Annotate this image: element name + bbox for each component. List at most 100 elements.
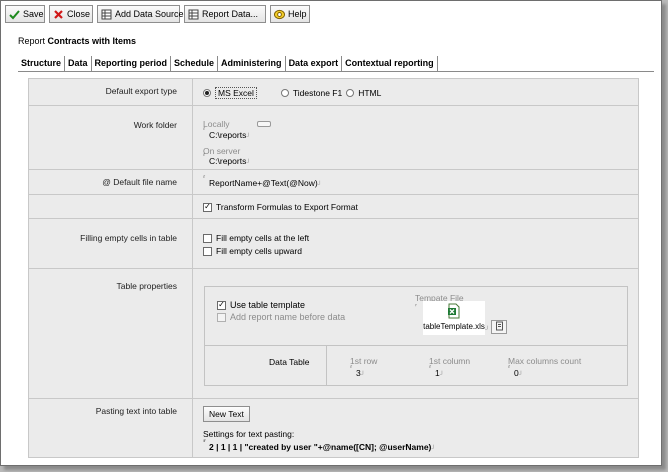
radio-dot xyxy=(280,89,289,97)
help-icon xyxy=(274,9,285,20)
tab-bar: Structure Data Reporting period Schedule… xyxy=(18,56,438,71)
attachment-icon xyxy=(495,321,504,333)
checkbox-checked: ✓ xyxy=(217,300,226,310)
tab-divider xyxy=(18,71,654,72)
locally-label: Locally xyxy=(203,119,230,129)
radio-html[interactable]: HTML xyxy=(346,87,381,99)
first-column-label: 1st column xyxy=(429,356,471,366)
field-end-marker: ┘ xyxy=(360,372,365,378)
tab-structure[interactable]: Structure xyxy=(18,56,66,71)
row-default-file-name: @ Default file name ReportName+@Text(@No… xyxy=(29,170,638,195)
first-row-label: 1st row xyxy=(350,356,378,366)
checkbox-unchecked xyxy=(203,233,212,243)
filling-label: Filling empty cells in table xyxy=(80,233,177,243)
tab-reporting-period[interactable]: Reporting period xyxy=(92,56,172,71)
row-filling-empty-cells: Filling empty cells in table Fill empty … xyxy=(29,219,638,269)
radio-ms-excel-label: MS Excel xyxy=(215,87,257,99)
close-button[interactable]: Close xyxy=(49,5,93,23)
save-label: Save xyxy=(23,9,44,19)
field-end-marker: ┘ xyxy=(246,134,251,140)
table-properties-box: ✓ Use table template Add report name bef… xyxy=(204,286,628,386)
data-table-label: Data Table xyxy=(269,357,310,367)
locally-path-value: C:\reports xyxy=(209,130,247,140)
toolbar: Save Close Add Data Source Report Data..… xyxy=(5,5,310,23)
file-name-value: ReportName+@Text(@Now) xyxy=(209,178,318,188)
radio-ms-excel[interactable]: MS Excel xyxy=(203,87,257,99)
add-report-name-label: Add report name before data xyxy=(230,312,346,322)
template-file-name: tableTemplate.xls xyxy=(423,322,485,331)
save-button[interactable]: Save xyxy=(5,5,45,23)
checkbox-checked: ✓ xyxy=(203,202,212,212)
work-folder-label: Work folder xyxy=(133,120,177,130)
tab-data-export[interactable]: Data export xyxy=(286,56,343,71)
server-path-field[interactable]: C:\reports┘ xyxy=(203,153,251,166)
checkbox-disabled xyxy=(217,312,226,322)
check-icon xyxy=(9,9,20,20)
report-title-prefix: Report xyxy=(18,36,46,46)
export-type-options: MS Excel Tidestone F1 HTML xyxy=(203,87,391,99)
use-template-checkbox[interactable]: ✓ Use table template xyxy=(217,299,305,311)
radio-html-label: HTML xyxy=(358,88,382,98)
row-transform: ✓ Transform Formulas to Export Format xyxy=(29,195,638,219)
file-name-field[interactable]: ReportName+@Text(@Now)┘ xyxy=(203,175,668,188)
add-report-name-checkbox[interactable]: Add report name before data xyxy=(217,311,345,323)
fill-upward-checkbox[interactable]: Fill empty cells upward xyxy=(203,245,302,257)
first-row-field[interactable]: 3┘ xyxy=(350,365,365,378)
new-text-button-wrap: New Text xyxy=(203,406,250,422)
data-table-divider xyxy=(326,345,327,385)
row-default-export-type: Default export type MS Excel Tidestone F… xyxy=(29,79,638,106)
template-file-tile[interactable]: tableTemplate.xls xyxy=(423,301,485,335)
transform-label: Transform Formulas to Export Format xyxy=(216,202,358,212)
report-data-icon xyxy=(188,9,199,20)
browse-button[interactable] xyxy=(257,121,271,127)
pasting-label: Pasting text into table xyxy=(95,406,177,416)
settings-value: 2 | 1 | 1 | "created by user "+@name([CN… xyxy=(209,442,432,452)
report-title: Report Contracts with Items xyxy=(18,36,136,46)
field-marker: ⸢ xyxy=(415,305,418,311)
tab-schedule[interactable]: Schedule xyxy=(171,56,219,71)
table-properties-label: Table properties xyxy=(116,281,177,291)
add-data-source-label: Add Data Source xyxy=(115,9,184,19)
field-end-marker: ┘ xyxy=(317,182,322,188)
add-data-source-button[interactable]: Add Data Source xyxy=(97,5,184,23)
settings-value-field[interactable]: 2 | 1 | 1 | "created by user "+@name([CN… xyxy=(203,439,668,452)
transform-checkbox[interactable]: ✓ Transform Formulas to Export Format xyxy=(203,201,358,213)
close-label: Close xyxy=(67,9,91,19)
use-template-label: Use table template xyxy=(230,300,306,310)
radio-tidestone-label: Tidestone F1 xyxy=(292,88,343,98)
max-columns-field[interactable]: 0┘ xyxy=(508,365,523,378)
radio-tidestone-f1[interactable]: Tidestone F1 xyxy=(280,87,343,99)
fill-upward-label: Fill empty cells upward xyxy=(216,246,302,256)
template-attach-button[interactable] xyxy=(491,320,507,334)
report-data-label: Report Data... xyxy=(202,9,259,19)
settings-label: Settings for text pasting: xyxy=(203,429,295,439)
report-editor-window: Save Close Add Data Source Report Data..… xyxy=(0,0,662,466)
checkbox-unchecked xyxy=(203,246,212,256)
tab-administering[interactable]: Administering xyxy=(218,56,286,71)
tab-contextual-reporting[interactable]: Contextual reporting xyxy=(342,56,438,71)
tab-data[interactable]: Data xyxy=(65,56,92,71)
data-source-icon xyxy=(101,9,112,20)
help-button[interactable]: Help xyxy=(270,5,310,23)
report-data-button[interactable]: Report Data... xyxy=(184,5,266,23)
new-text-button[interactable]: New Text xyxy=(203,406,250,422)
report-name: Contracts with Items xyxy=(47,36,137,46)
help-label: Help xyxy=(288,9,307,19)
export-type-label: Default export type xyxy=(105,86,177,96)
max-columns-label: Max columns count xyxy=(508,356,582,366)
close-icon xyxy=(53,9,64,20)
radio-dot xyxy=(346,89,355,97)
locally-path-field[interactable]: C:\reports┘ xyxy=(203,127,251,140)
data-export-panel: Default export type MS Excel Tidestone F… xyxy=(28,78,639,458)
radio-dot xyxy=(203,89,211,97)
server-path-value: C:\reports xyxy=(209,156,247,166)
fill-left-checkbox[interactable]: Fill empty cells at the left xyxy=(203,232,309,244)
first-column-field[interactable]: 1┘ xyxy=(429,365,444,378)
field-end-marker: ┘ xyxy=(439,372,444,378)
row-pasting-text: Pasting text into table New Text Setting… xyxy=(29,399,638,458)
field-end-marker: ┘ xyxy=(246,160,251,166)
fill-left-label: Fill empty cells at the left xyxy=(216,233,310,243)
file-name-label: @ Default file name xyxy=(102,177,177,187)
excel-file-icon xyxy=(447,303,461,321)
field-end-marker: ┘ xyxy=(518,372,523,378)
